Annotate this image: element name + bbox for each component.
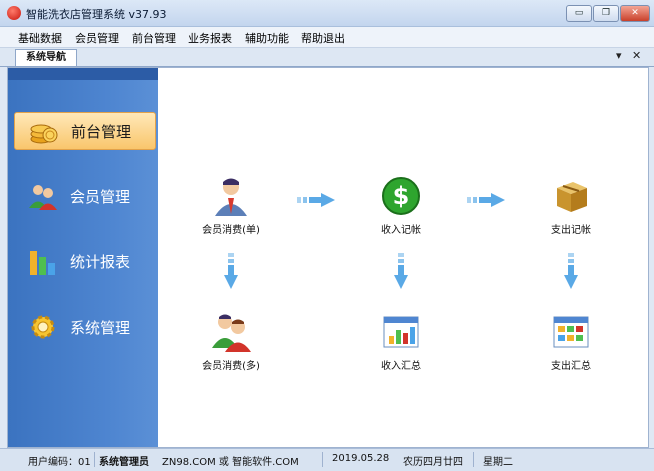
sidebar-item-label: 前台管理 <box>71 123 132 141</box>
income-record-node[interactable]: $ 收入记帐 <box>356 176 446 236</box>
navigation-canvas: 会员消费(单) $ 收入记帐 支出记帐 会员消费(多) 收入汇总 支出汇总 <box>158 68 648 447</box>
bar-chart-icon <box>30 251 55 275</box>
sidebar: 前台管理 会员管理 统计报表 系统管理 <box>8 68 158 447</box>
app-logo-icon <box>7 6 21 20</box>
users-icon <box>29 185 57 210</box>
status-website: ZN98.COM 或 智能软件.COM <box>162 457 299 468</box>
node-label: 支出汇总 <box>551 361 591 372</box>
status-separator <box>94 452 95 467</box>
sidebar-item-statistics-reports[interactable]: 统计报表 <box>14 243 154 279</box>
menu-member-management[interactable]: 会员管理 <box>75 30 119 46</box>
down-arrow-icon <box>564 253 578 289</box>
expense-record-node[interactable]: 支出记帐 <box>526 176 616 236</box>
down-arrow-icon <box>224 253 238 289</box>
right-arrow-icon <box>467 193 505 207</box>
expense-summary-node[interactable]: 支出汇总 <box>526 312 616 372</box>
menu-business-reports[interactable]: 业务报表 <box>188 30 232 46</box>
menu-basic-data[interactable]: 基础数据 <box>18 30 62 46</box>
coins-icon <box>30 124 58 144</box>
income-summary-node[interactable]: 收入汇总 <box>356 312 446 372</box>
sidebar-item-label: 系统管理 <box>70 319 131 337</box>
workspace: 前台管理 会员管理 统计报表 系统管理 会员消费(单) $ 收入记帐 支出记帐 … <box>7 67 649 448</box>
right-arrow-icon <box>297 193 335 207</box>
dollar-icon: $ <box>382 177 420 215</box>
tab-close-icon[interactable]: ✕ <box>632 49 641 62</box>
sidebar-item-system-management[interactable]: 系统管理 <box>14 309 154 345</box>
status-user-role: 系统管理员 <box>99 457 149 468</box>
sidebar-item-front-desk[interactable]: 前台管理 <box>14 112 156 150</box>
sidebar-item-label: 统计报表 <box>70 253 131 271</box>
tab-dropdown-icon[interactable]: ▾ <box>616 49 622 62</box>
person-icon <box>215 178 247 216</box>
status-separator <box>322 452 323 467</box>
report-grid-icon <box>553 316 589 348</box>
menu-auxiliary[interactable]: 辅助功能 <box>245 30 289 46</box>
menu-front-desk[interactable]: 前台管理 <box>132 30 176 46</box>
gear-icon <box>31 315 55 339</box>
users-icon <box>212 314 251 352</box>
tab-bar: 系统导航 ▾ ✕ <box>0 48 654 67</box>
title-bar: 智能洗衣店管理系统 v37.93 ▭ ❐ ✕ <box>0 0 654 27</box>
member-consume-multi-node[interactable]: 会员消费(多) <box>186 312 276 372</box>
box-icon <box>557 182 587 212</box>
menu-help-exit[interactable]: 帮助退出 <box>301 30 345 46</box>
report-chart-icon <box>383 316 419 348</box>
sidebar-header <box>8 68 158 80</box>
menu-bar: 基础数据 会员管理 前台管理 业务报表 辅助功能 帮助退出 <box>0 27 654 48</box>
tab-system-navigation[interactable]: 系统导航 <box>15 49 77 66</box>
node-label: 收入记帐 <box>381 225 421 236</box>
sidebar-item-member-management[interactable]: 会员管理 <box>14 178 154 214</box>
node-label: 会员消费(单) <box>202 225 260 236</box>
restore-button[interactable]: ❐ <box>593 5 619 22</box>
minimize-button[interactable]: ▭ <box>566 5 592 22</box>
node-label: 支出记帐 <box>551 225 591 236</box>
sidebar-item-label: 会员管理 <box>70 188 131 206</box>
status-user-code: 用户编码：01 <box>28 457 91 468</box>
status-lunar-date: 农历四月廿四 <box>403 457 463 468</box>
down-arrow-icon <box>394 253 408 289</box>
node-label: 会员消费(多) <box>202 361 260 372</box>
member-consume-single-node[interactable]: 会员消费(单) <box>186 176 276 236</box>
close-button[interactable]: ✕ <box>620 5 650 22</box>
status-weekday: 星期二 <box>483 457 513 468</box>
window-title: 智能洗衣店管理系统 v37.93 <box>26 8 167 21</box>
status-date: 2019.05.28 <box>332 453 390 464</box>
svg-text:$: $ <box>393 182 410 210</box>
node-label: 收入汇总 <box>381 361 421 372</box>
status-bar: 用户编码：01 系统管理员 ZN98.COM 或 智能软件.COM 2019.0… <box>0 448 654 471</box>
status-separator <box>473 452 474 467</box>
